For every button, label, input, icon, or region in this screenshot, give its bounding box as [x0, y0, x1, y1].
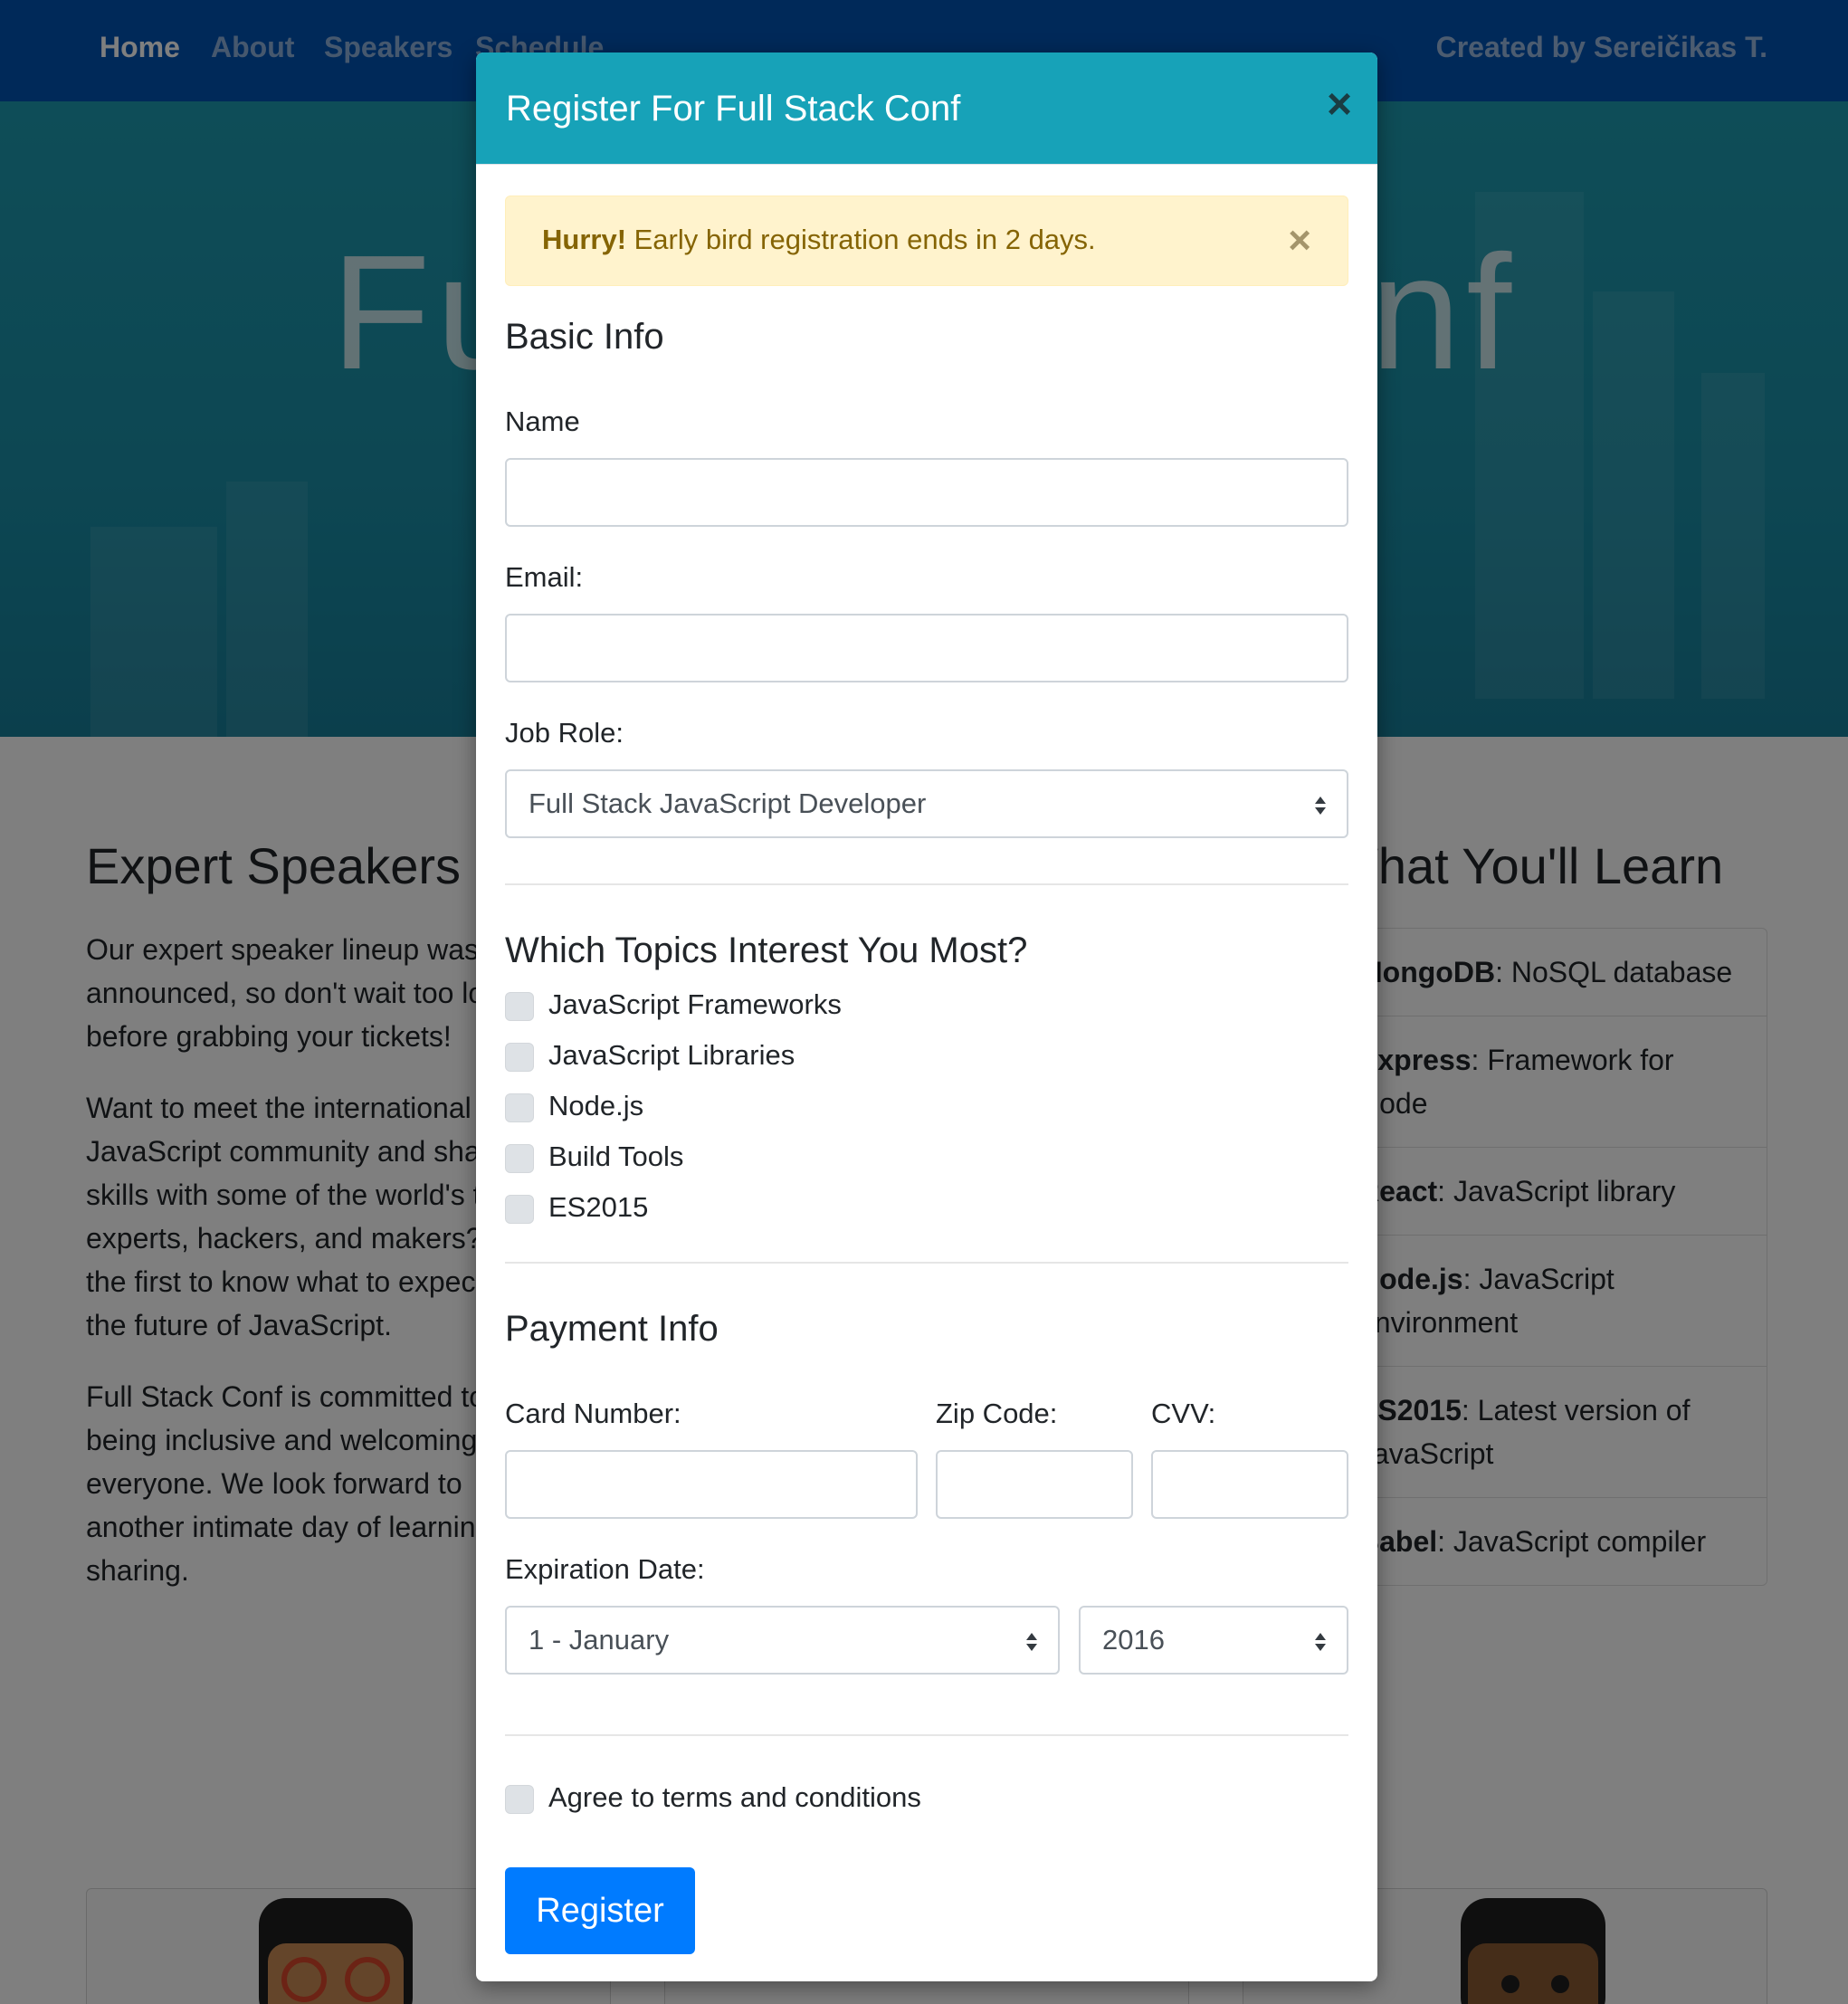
divider	[505, 883, 1348, 885]
basic-info-heading: Basic Info	[505, 317, 664, 357]
select-arrows-icon	[1315, 797, 1326, 815]
close-icon[interactable]: ×	[1327, 80, 1352, 130]
expiration-year-value: 2016	[1102, 1624, 1165, 1656]
terms-checkbox[interactable]	[505, 1785, 534, 1814]
email-field[interactable]	[505, 614, 1348, 682]
topic-label[interactable]: JavaScript Libraries	[548, 1039, 795, 1072]
card-number-field[interactable]	[505, 1450, 918, 1519]
expiration-year-select[interactable]: 2016	[1079, 1606, 1348, 1675]
alert-strong: Hurry!	[542, 224, 627, 255]
email-label: Email:	[505, 561, 584, 593]
modal-header: Register For Full Stack Conf ×	[476, 52, 1377, 165]
topic-label[interactable]: Build Tools	[548, 1140, 683, 1173]
alert-close-icon[interactable]: ×	[1288, 218, 1311, 263]
register-button[interactable]: Register	[505, 1867, 695, 1954]
job-role-label: Job Role:	[505, 717, 624, 749]
early-bird-alert: Hurry! Early bird registration ends in 2…	[505, 196, 1348, 286]
topic-checkbox[interactable]	[505, 1093, 534, 1122]
topic-label[interactable]: JavaScript Frameworks	[548, 988, 842, 1021]
topic-label[interactable]: Node.js	[548, 1090, 643, 1122]
select-arrows-icon	[1315, 1633, 1326, 1651]
topic-checkbox[interactable]	[505, 1043, 534, 1072]
expiration-date-label: Expiration Date:	[505, 1553, 705, 1585]
divider	[505, 1262, 1348, 1264]
topic-checkbox[interactable]	[505, 1144, 534, 1173]
zip-code-label: Zip Code:	[936, 1398, 1058, 1429]
topic-label[interactable]: ES2015	[548, 1191, 648, 1224]
registration-modal: Register For Full Stack Conf × Hurry! Ea…	[476, 52, 1377, 1981]
job-role-value: Full Stack JavaScript Developer	[529, 787, 927, 819]
divider	[505, 1734, 1348, 1736]
zip-code-field[interactable]	[936, 1450, 1133, 1519]
modal-title: Register For Full Stack Conf	[506, 89, 961, 129]
cvv-field[interactable]	[1151, 1450, 1348, 1519]
topic-checkbox[interactable]	[505, 992, 534, 1021]
select-arrows-icon	[1026, 1633, 1037, 1651]
name-label: Name	[505, 406, 580, 437]
expiration-month-value: 1 - January	[529, 1624, 670, 1656]
cvv-label: CVV:	[1151, 1398, 1216, 1429]
alert-message: Hurry! Early bird registration ends in 2…	[542, 224, 1096, 256]
topic-checkbox[interactable]	[505, 1195, 534, 1224]
card-number-label: Card Number:	[505, 1398, 681, 1429]
payment-info-heading: Payment Info	[505, 1309, 719, 1349]
name-field[interactable]	[505, 458, 1348, 527]
terms-label[interactable]: Agree to terms and conditions	[548, 1781, 921, 1814]
topics-heading: Which Topics Interest You Most?	[505, 930, 1028, 970]
alert-text: Early bird registration ends in 2 days.	[626, 224, 1096, 255]
expiration-month-select[interactable]: 1 - January	[505, 1606, 1060, 1675]
job-role-select[interactable]: Full Stack JavaScript Developer	[505, 769, 1348, 838]
